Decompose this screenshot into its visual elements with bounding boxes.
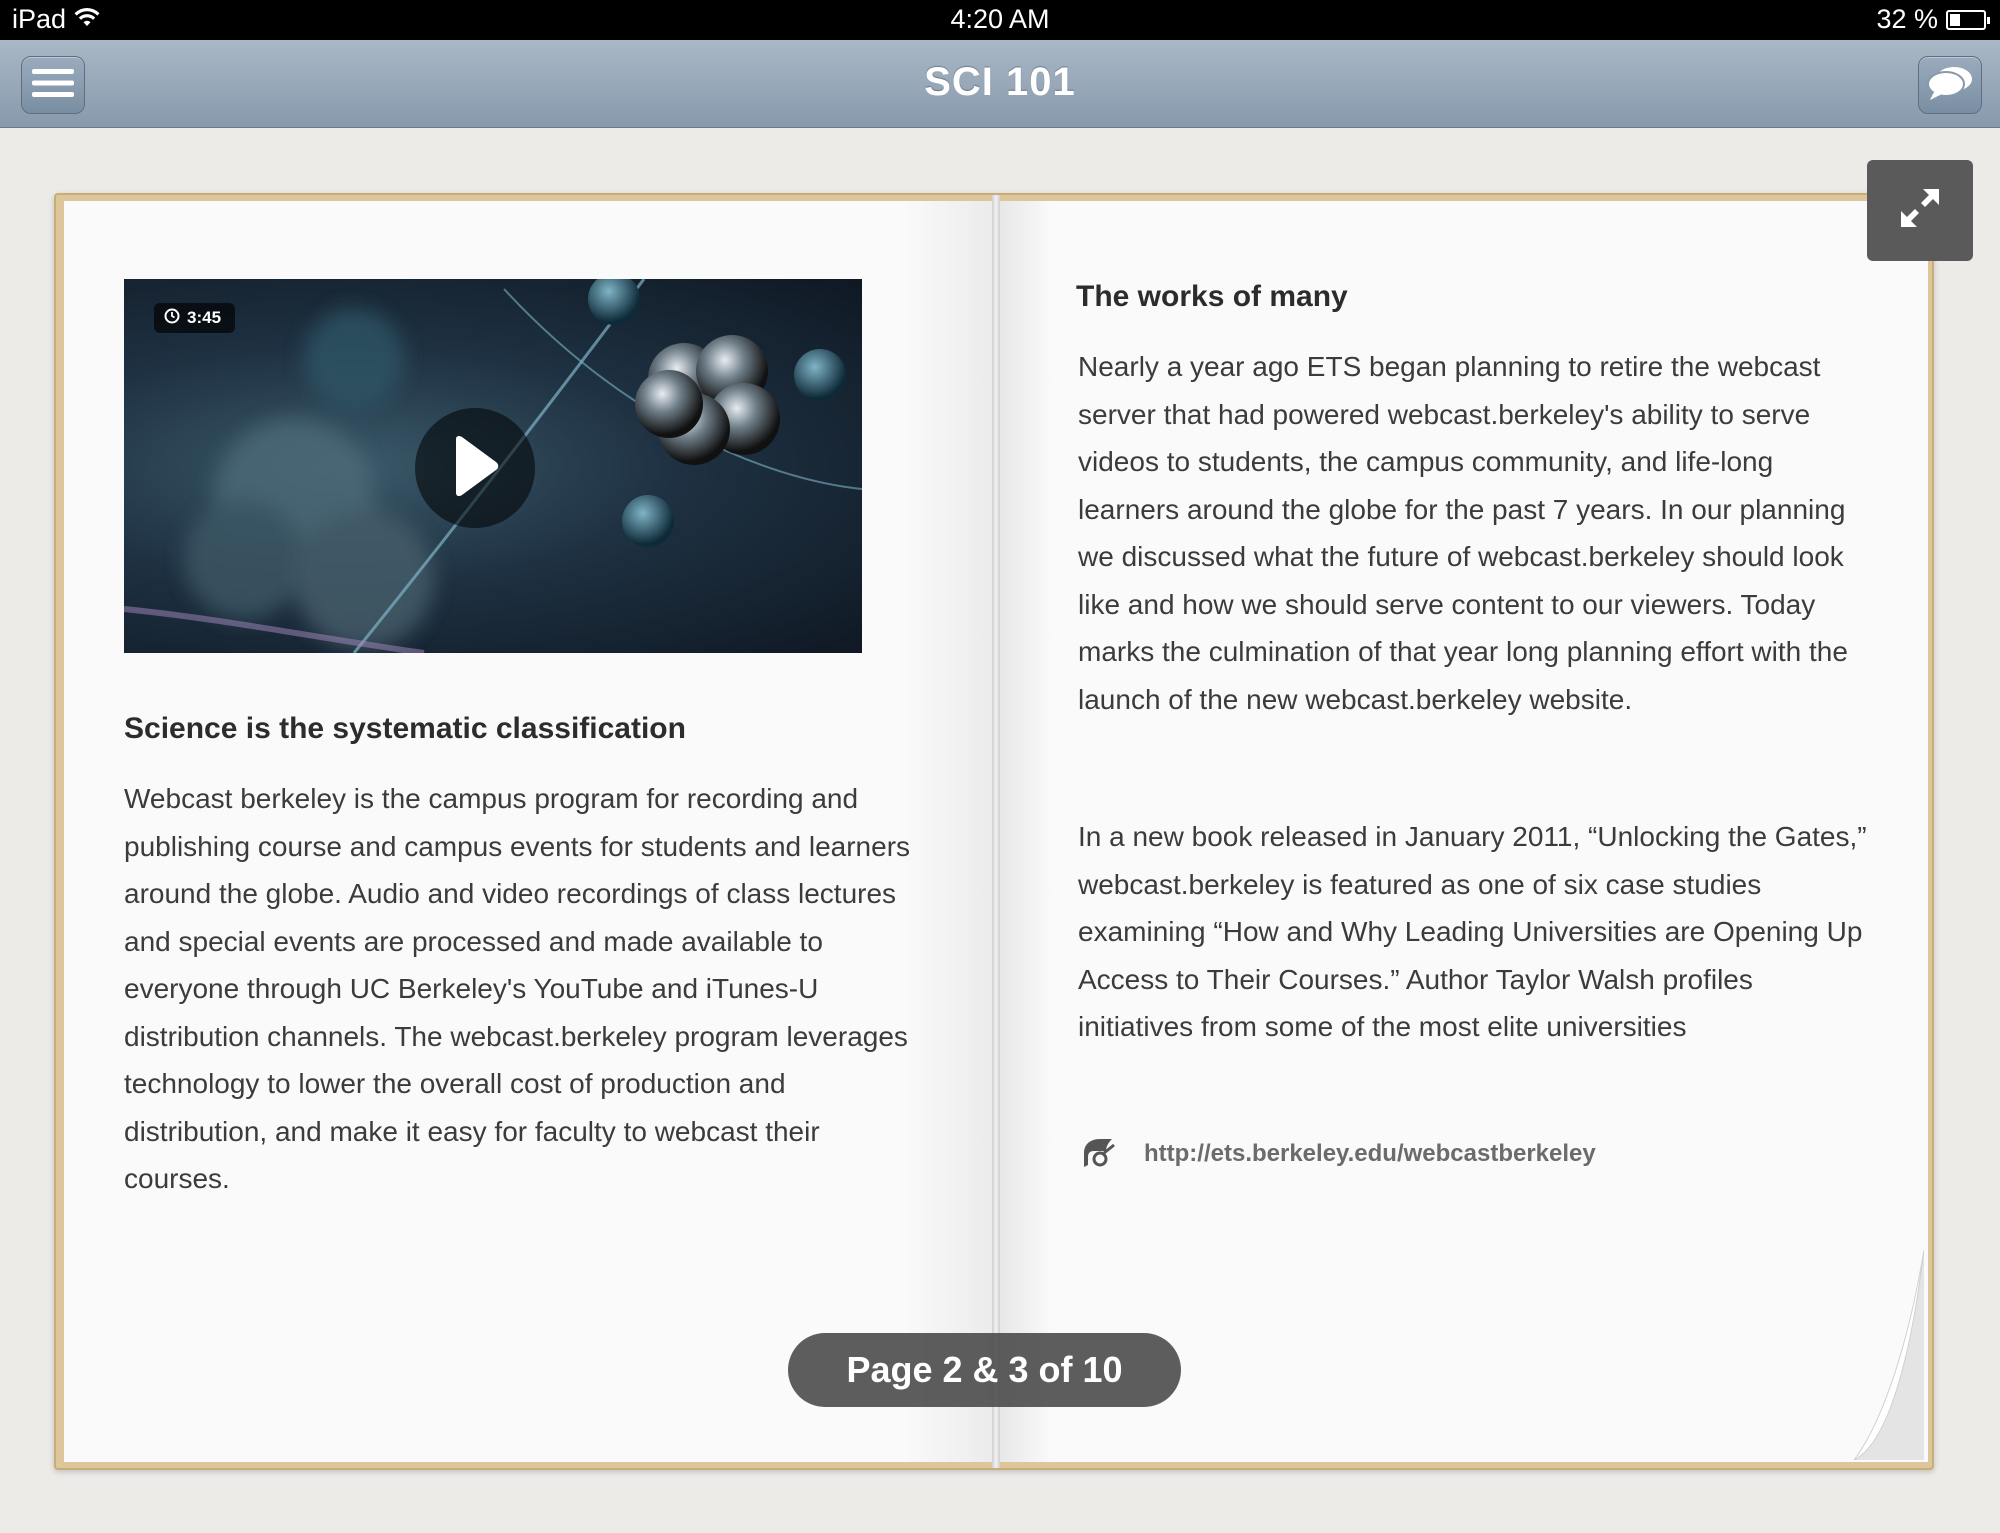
speech-bubbles-icon <box>1926 64 1974 107</box>
play-icon <box>450 435 500 502</box>
duration-badge: 3:45 <box>154 303 236 333</box>
video-player[interactable]: 3:45 <box>124 279 862 653</box>
link-chain-icon <box>1078 1133 1118 1174</box>
battery-icon <box>1946 9 1990 30</box>
expand-button[interactable] <box>1867 160 1973 261</box>
battery-fill <box>1950 13 1960 26</box>
left-body-text: Webcast berkeley is the campus program f… <box>124 783 911 1194</box>
page-indicator: Page 2 & 3 of 10 <box>788 1333 1181 1407</box>
battery-percent: 32 % <box>1876 4 1938 34</box>
video-duration: 3:45 <box>187 308 222 327</box>
play-button[interactable] <box>415 408 535 528</box>
clock-icon <box>164 308 180 329</box>
status-time: 4:20 AM <box>950 4 1050 34</box>
status-bar: iPad 4:20 AM 32 % <box>0 0 2000 40</box>
link-row[interactable]: http://ets.berkeley.edu/webcastberkeley <box>1078 1133 1596 1174</box>
page-title: SCI 101 <box>924 60 1076 104</box>
page-curl[interactable] <box>1814 1250 1924 1460</box>
book-spine <box>992 195 1000 1468</box>
chat-button[interactable] <box>1918 56 1982 114</box>
right-paragraph-1: Nearly a year ago ETS began planning to … <box>1078 351 1848 715</box>
nav-bar: SCI 101 <box>0 40 2000 128</box>
right-heading: The works of many <box>1076 280 1348 313</box>
expand-arrows-icon <box>1895 183 1945 238</box>
status-right: 32 % <box>1876 4 1990 35</box>
external-link[interactable]: http://ets.berkeley.edu/webcastberkeley <box>1144 1140 1596 1168</box>
left-heading: Science is the systematic classification <box>124 712 686 745</box>
right-paragraph-2: In a new book released in January 2011, … <box>1078 821 1867 1042</box>
